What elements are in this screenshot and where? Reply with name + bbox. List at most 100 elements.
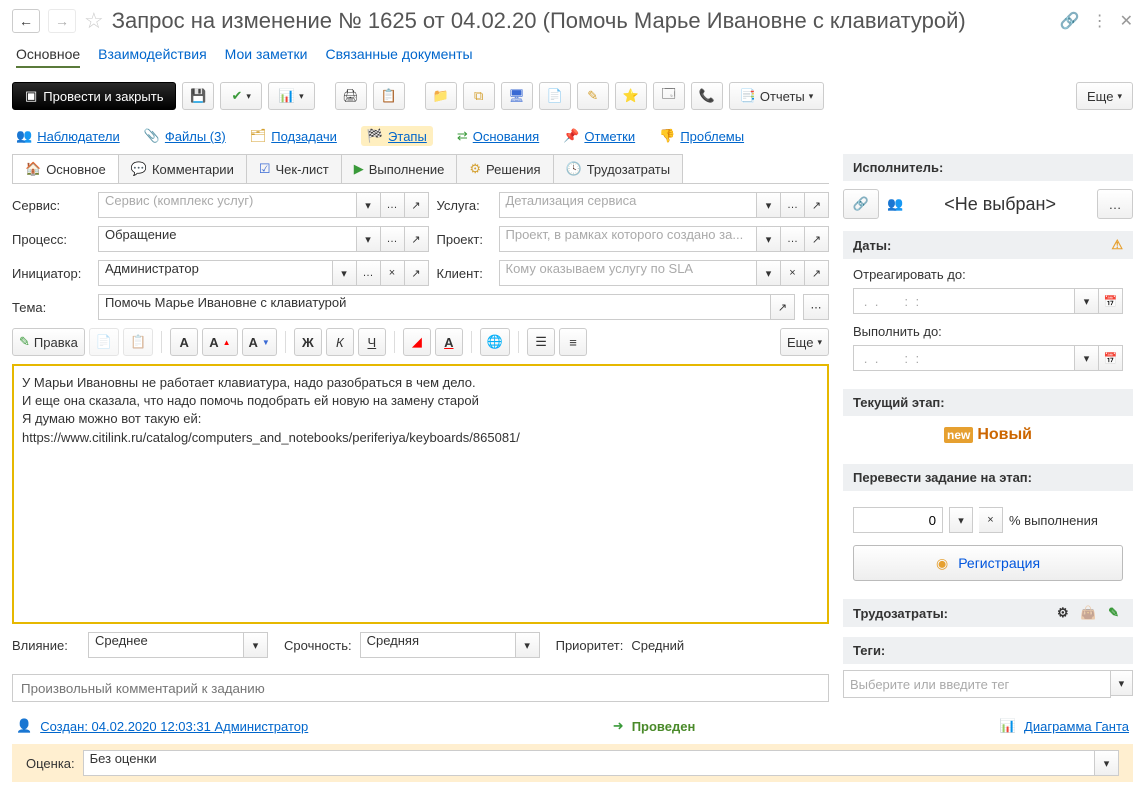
project-more[interactable]: … [781, 226, 805, 252]
progress-input[interactable] [853, 507, 943, 533]
italic-btn[interactable]: К [326, 328, 354, 356]
service-more[interactable]: … [381, 192, 405, 218]
post-close-button[interactable]: ▣ Провести и закрыть [12, 82, 176, 110]
color-btn[interactable]: ◢ [403, 328, 431, 356]
client-field[interactable]: Кому оказываем услугу по SLA [499, 260, 758, 286]
tags-drop[interactable]: ▾ [1111, 670, 1133, 696]
tags-input[interactable]: Выберите или введите тег [843, 670, 1111, 698]
assignee-more-btn[interactable]: … [1097, 189, 1133, 219]
labor-ic2[interactable]: 👜 [1080, 605, 1096, 620]
service-open[interactable]: ↗ [405, 192, 429, 218]
top-tab-notes[interactable]: Мои заметки [225, 46, 308, 68]
tb-btn-3[interactable]: 🖥 [501, 82, 533, 110]
link-assignee-btn[interactable]: 🔗 [843, 189, 879, 219]
problems-link[interactable]: 👎Проблемы [659, 128, 744, 144]
copy-button[interactable]: 📋 [373, 82, 405, 110]
link-icon[interactable]: 🔗 [1060, 11, 1080, 31]
influence-field[interactable]: Среднее [88, 632, 244, 658]
project-drop[interactable]: ▾ [757, 226, 781, 252]
react-drop[interactable]: ▾ [1075, 288, 1099, 314]
initiator-field[interactable]: Администратор [98, 260, 333, 286]
list-ol-btn[interactable]: ≡ [559, 328, 587, 356]
tb-btn-2[interactable]: ⧉ [463, 82, 495, 110]
tb-btn-8[interactable]: 📞 [691, 82, 723, 110]
reports-button[interactable]: 📑Отчеты▾ [729, 82, 825, 110]
font-dec[interactable]: A▼ [242, 328, 277, 356]
print-button[interactable]: 🖨 [335, 82, 367, 110]
client-open[interactable]: ↗ [805, 260, 829, 286]
font-inc[interactable]: A▲ [202, 328, 237, 356]
close-icon[interactable]: ✕ [1120, 11, 1133, 31]
client-clear[interactable]: × [781, 260, 805, 286]
description-area[interactable]: У Марьи Ивановны не работает клавиатура,… [12, 364, 829, 624]
tab-solutions[interactable]: ⚙Решения [456, 154, 553, 183]
tab-exec[interactable]: ▶Выполнение [341, 154, 458, 183]
usluga-more[interactable]: … [781, 192, 805, 218]
tab-labor[interactable]: 🕓Трудозатраты [553, 154, 684, 183]
top-tab-rel[interactable]: Связанные документы [325, 46, 472, 68]
usluga-field[interactable]: Детализация сервиса [499, 192, 758, 218]
menu-icon[interactable]: ⋮ [1092, 11, 1108, 31]
files-link[interactable]: 📎Файлы (3) [144, 128, 226, 144]
star-icon[interactable]: ☆ [84, 8, 104, 34]
labor-ic1[interactable]: ⚙ [1057, 605, 1069, 620]
tb-btn-4[interactable]: 📄 [539, 82, 571, 110]
tab-checklist[interactable]: ☑Чек-лист [246, 154, 342, 183]
tb-btn-7[interactable]: 🗔 [653, 82, 685, 110]
nav-back[interactable]: ← [12, 9, 40, 33]
watchers-link[interactable]: 👥Наблюдатели [16, 128, 120, 144]
created-link[interactable]: Создан: 04.02.2020 12:03:31 Администрато… [40, 719, 308, 734]
service-drop[interactable]: ▾ [357, 192, 381, 218]
more-button[interactable]: Еще▾ [1076, 82, 1133, 110]
chart-button[interactable]: 📊▾ [268, 82, 315, 110]
bold-btn[interactable]: Ж [294, 328, 322, 356]
tb-btn-1[interactable]: 📁 [425, 82, 457, 110]
list-ul-btn[interactable]: ☰ [527, 328, 555, 356]
stages-link[interactable]: 🏁Этапы [361, 126, 433, 146]
font-btn[interactable]: A [170, 328, 198, 356]
tb-btn-5[interactable]: ✎ [577, 82, 609, 110]
project-field[interactable]: Проект, в рамках которого создано за... [499, 226, 758, 252]
approve-button[interactable]: ✔▾ [220, 82, 261, 110]
usluga-drop[interactable]: ▾ [757, 192, 781, 218]
bases-link[interactable]: ⇄Основания [457, 128, 539, 144]
usluga-open[interactable]: ↗ [805, 192, 829, 218]
rating-drop[interactable]: ▾ [1095, 750, 1119, 776]
register-button[interactable]: ◉Регистрация [853, 545, 1123, 581]
edit-button[interactable]: ✎Правка [12, 328, 85, 356]
due-drop[interactable]: ▾ [1075, 345, 1099, 371]
more-fmt-btn[interactable]: Еще▾ [780, 328, 829, 356]
project-open[interactable]: ↗ [805, 226, 829, 252]
progress-clear[interactable]: × [979, 507, 1003, 533]
react-input[interactable] [853, 288, 1075, 314]
process-open[interactable]: ↗ [405, 226, 429, 252]
process-field[interactable]: Обращение [98, 226, 357, 252]
labor-ic3[interactable]: ✎ [1108, 605, 1119, 620]
gantt-link[interactable]: Диаграмма Ганта [1024, 719, 1129, 734]
process-more[interactable]: … [381, 226, 405, 252]
top-tab-main[interactable]: Основное [16, 46, 80, 68]
due-cal[interactable]: 📅 [1099, 345, 1123, 371]
comment-input[interactable] [12, 674, 829, 702]
process-drop[interactable]: ▾ [357, 226, 381, 252]
save-button[interactable]: 💾 [182, 82, 214, 110]
subject-field[interactable]: Помочь Марье Ивановне с клавиатурой [98, 294, 771, 320]
tab-comments[interactable]: 💬Комментарии [118, 154, 247, 183]
react-cal[interactable]: 📅 [1099, 288, 1123, 314]
link-btn[interactable]: 🌐 [480, 328, 510, 356]
marks-link[interactable]: 📌Отметки [563, 128, 635, 144]
subtasks-link[interactable]: 🗂Подзадачи [250, 128, 337, 144]
service-field[interactable]: Сервис (комплекс услуг) [98, 192, 357, 218]
initiator-open[interactable]: ↗ [405, 260, 429, 286]
due-input[interactable] [853, 345, 1075, 371]
underline-btn[interactable]: Ч [358, 328, 386, 356]
urgency-field[interactable]: Средняя [360, 632, 516, 658]
client-drop[interactable]: ▾ [757, 260, 781, 286]
subject-extra[interactable]: ⋯ [803, 294, 829, 320]
initiator-drop[interactable]: ▾ [333, 260, 357, 286]
initiator-clear[interactable]: × [381, 260, 405, 286]
color2-btn[interactable]: A [435, 328, 463, 356]
paste-btn[interactable]: 📋 [123, 328, 153, 356]
nav-fwd[interactable]: → [48, 9, 76, 33]
copy-btn[interactable]: 📄 [89, 328, 119, 356]
